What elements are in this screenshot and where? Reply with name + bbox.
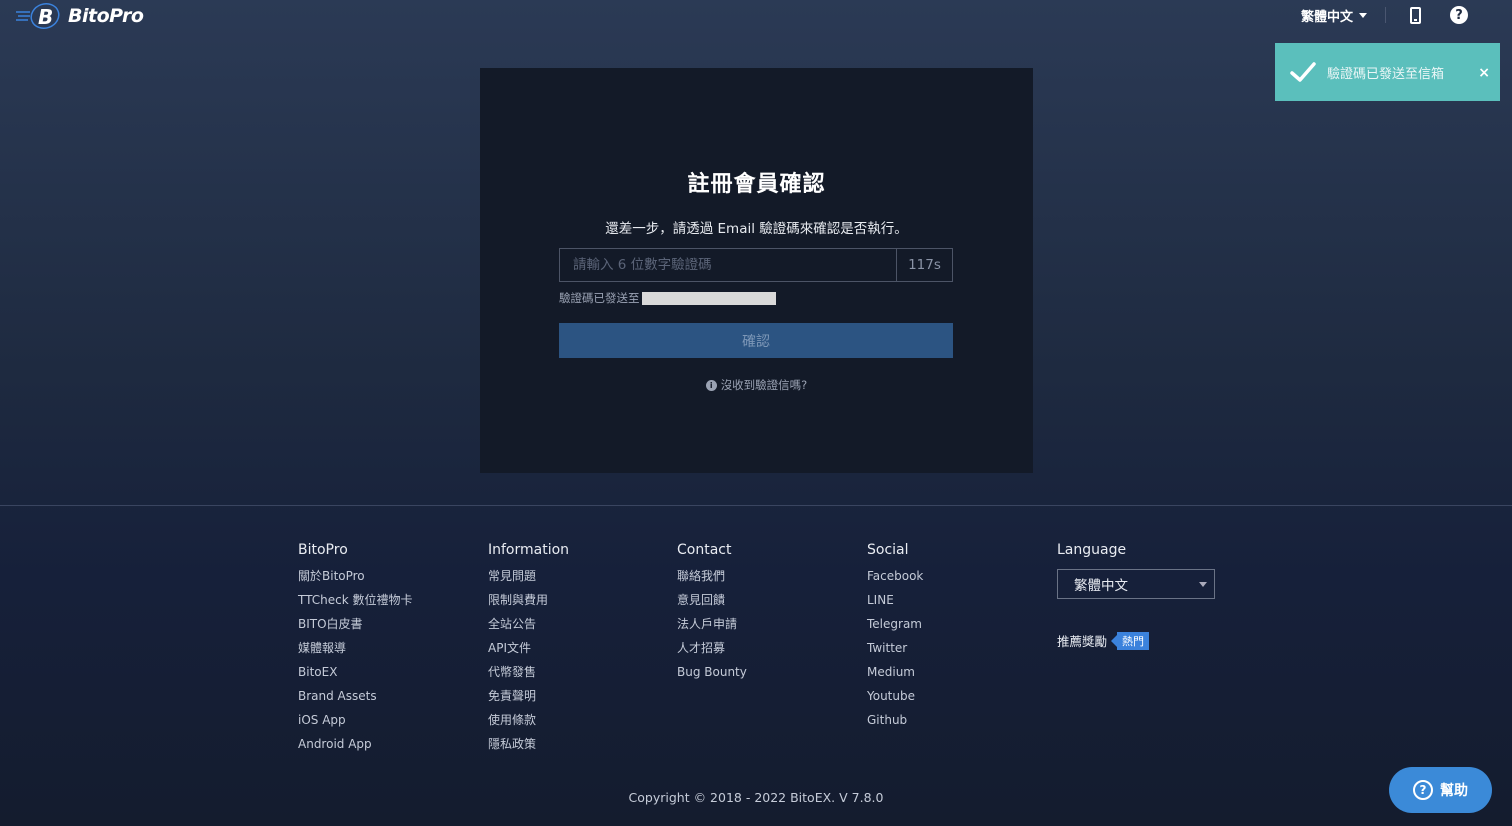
footer-link[interactable]: Youtube <box>867 688 923 712</box>
language-label: 繁體中文 <box>1300 9 1353 25</box>
footer-link[interactable]: Bug Bounty <box>677 664 747 688</box>
footer-link[interactable]: 常見問題 <box>488 568 569 592</box>
help-icon[interactable]: ? <box>1450 6 1468 24</box>
footer-column-language: Language 繁體中文 推薦獎勵 熱門 <box>1057 542 1215 650</box>
help-button-label: 幫助 <box>1440 783 1468 799</box>
resend-help-label: 沒收到驗證信嗎? <box>720 378 808 392</box>
header-divider <box>1385 7 1386 23</box>
info-icon: i <box>705 379 717 391</box>
footer-link[interactable]: 關於BitoPro <box>298 568 412 592</box>
top-header: B BitoPro 繁體中文 ? <box>0 0 1512 34</box>
footer-link[interactable]: Twitter <box>867 640 923 664</box>
footer-link[interactable]: Android App <box>298 736 412 760</box>
footer-column-contact: Contact 聯絡我們 意見回饋 法人戶申請 人才招募 Bug Bounty <box>677 542 747 688</box>
confirm-button[interactable]: 確認 <box>559 323 953 358</box>
copyright: Copyright © 2018 - 2022 BitoEX. V 7.8.0 <box>628 790 884 805</box>
check-icon <box>1290 62 1316 82</box>
footer-heading: Contact <box>677 542 732 558</box>
footer-link[interactable]: BitoEX <box>298 664 412 688</box>
footer-link[interactable]: 人才招募 <box>677 640 747 664</box>
footer-link[interactable]: 限制與費用 <box>488 592 569 616</box>
footer-column-social: Social Facebook LINE Telegram Twitter Me… <box>867 542 923 736</box>
chevron-down-icon <box>1199 582 1207 587</box>
header-actions: 繁體中文 ? <box>1301 4 1468 26</box>
footer-link[interactable]: 使用條款 <box>488 712 569 736</box>
verification-code-input[interactable] <box>560 249 896 281</box>
footer-link[interactable]: Github <box>867 712 923 736</box>
mobile-app-button[interactable] <box>1404 4 1426 26</box>
bitopro-logo[interactable]: B BitoPro <box>16 2 144 30</box>
footer-link[interactable]: BITO白皮書 <box>298 616 412 640</box>
close-icon[interactable]: × <box>1478 65 1490 81</box>
footer-divider <box>0 505 1512 506</box>
footer-link[interactable]: 聯絡我們 <box>677 568 747 592</box>
sent-to-notice: 驗證碼已發送至 <box>559 290 776 306</box>
sent-to-label: 驗證碼已發送至 <box>559 291 640 305</box>
footer-column-bitopro: BitoPro 關於BitoPro TTCheck 數位禮物卡 BITO白皮書 … <box>298 542 412 760</box>
footer-column-information: Information 常見問題 限制與費用 全站公告 API文件 代幣發售 免… <box>488 542 569 760</box>
footer-link[interactable]: Telegram <box>867 616 923 640</box>
footer-link[interactable]: LINE <box>867 592 923 616</box>
footer-link[interactable]: 代幣發售 <box>488 664 569 688</box>
footer-link[interactable]: Medium <box>867 664 923 688</box>
help-icon: ? <box>1413 780 1433 800</box>
redacted-email <box>641 291 776 305</box>
footer-link[interactable]: 隱私政策 <box>488 736 569 760</box>
footer-language-select[interactable]: 繁體中文 <box>1057 569 1215 599</box>
success-toast: 驗證碼已發送至信箱 × <box>1275 43 1500 101</box>
footer-link[interactable]: Brand Assets <box>298 688 412 712</box>
footer-link[interactable]: Facebook <box>867 568 923 592</box>
svg-text:B: B <box>38 5 53 29</box>
resend-help-link[interactable]: i 沒收到驗證信嗎? <box>480 377 1033 393</box>
bitopro-logo-icon: B <box>16 2 60 30</box>
page-subtitle: 還差一步，請透過 Email 驗證碼來確認是否執行。 <box>605 221 908 237</box>
verification-code-group: 117s <box>559 248 953 282</box>
hot-badge: 熱門 <box>1111 631 1150 650</box>
footer-link[interactable]: 法人戶申請 <box>677 616 747 640</box>
footer-link[interactable]: TTCheck 數位禮物卡 <box>298 592 412 616</box>
footer-link[interactable]: 意見回饋 <box>677 592 747 616</box>
footer-link[interactable]: iOS App <box>298 712 412 736</box>
brand-name: BitoPro <box>68 5 144 27</box>
footer-heading: Language <box>1057 542 1127 558</box>
footer-language-value: 繁體中文 <box>1074 578 1128 594</box>
toast-message: 驗證碼已發送至信箱 <box>1327 66 1445 82</box>
footer-link[interactable]: 全站公告 <box>488 616 569 640</box>
footer-link[interactable]: API文件 <box>488 640 569 664</box>
footer-link[interactable]: 媒體報導 <box>298 640 412 664</box>
footer-heading: Social <box>867 542 909 558</box>
help-button[interactable]: ? 幫助 <box>1389 767 1492 813</box>
footer-link[interactable]: 免責聲明 <box>488 688 569 712</box>
footer-heading: BitoPro <box>298 542 348 558</box>
footer-heading: Information <box>488 542 570 558</box>
language-dropdown[interactable]: 繁體中文 <box>1301 6 1367 25</box>
page-title: 註冊會員確認 <box>687 172 826 197</box>
chevron-down-icon <box>1359 12 1367 18</box>
phone-icon <box>1409 6 1421 24</box>
referral-link[interactable]: 推薦獎勵 熱門 <box>1057 631 1215 650</box>
countdown-timer: 117s <box>896 249 952 281</box>
referral-label: 推薦獎勵 <box>1057 634 1108 649</box>
